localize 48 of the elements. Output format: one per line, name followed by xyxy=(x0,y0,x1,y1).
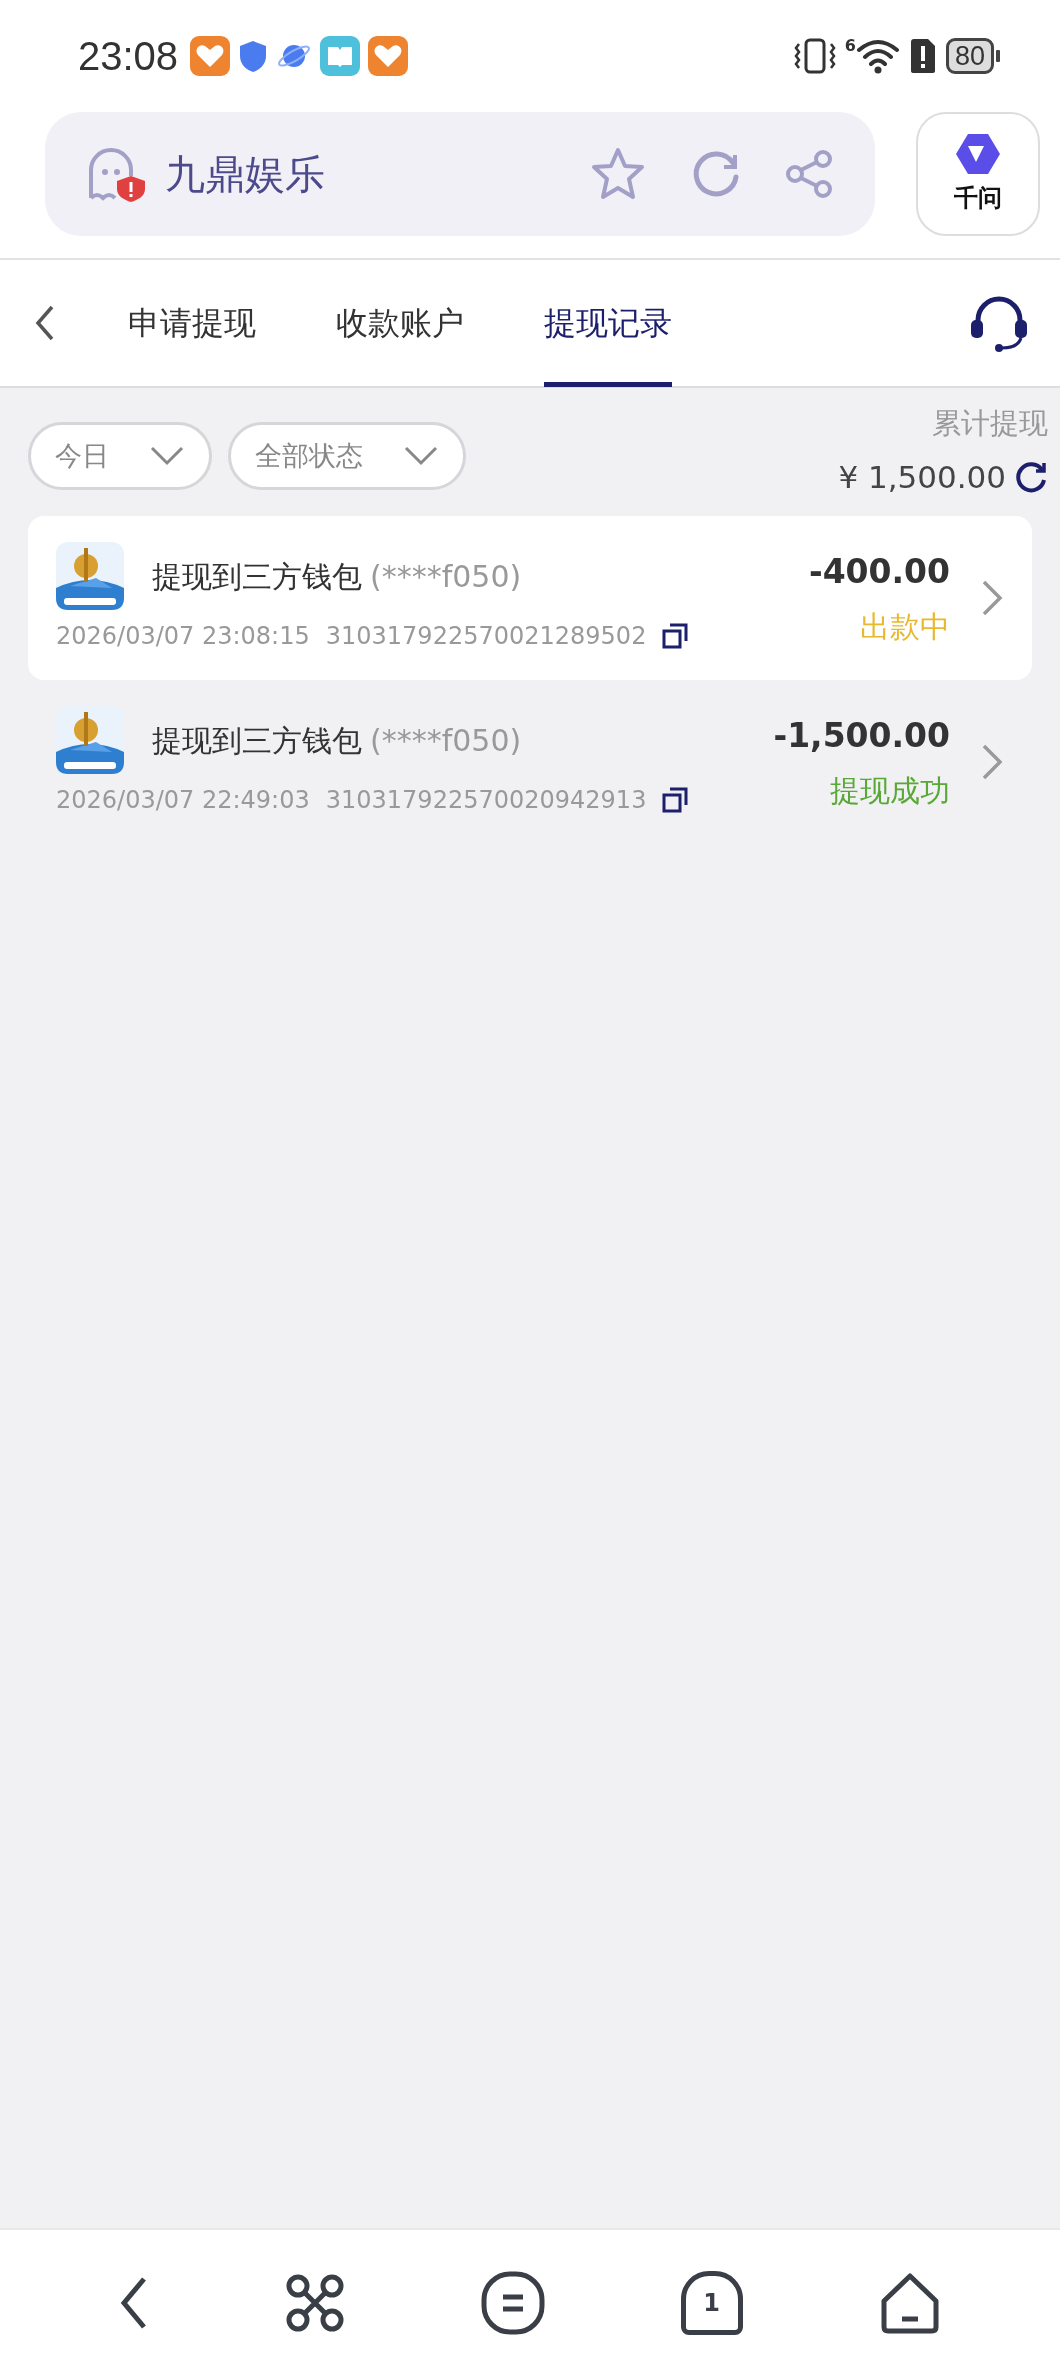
network-type-label: 6 xyxy=(844,38,856,54)
heart-app-icon xyxy=(190,36,231,76)
page-title: 九鼎娱乐 xyxy=(165,150,326,199)
hexagon-logo-icon xyxy=(954,132,1002,176)
tabs-button[interactable]: 1 xyxy=(680,2271,743,2335)
total-amount: ¥ 1,500.00 xyxy=(838,457,1006,497)
wifi-icon xyxy=(855,38,900,74)
clock-time: 23:08 xyxy=(78,33,179,80)
record-status: 提现成功 xyxy=(830,772,950,811)
wallet-app-icon xyxy=(56,706,124,774)
chevron-right-icon xyxy=(980,742,1004,782)
vibrate-icon xyxy=(792,36,837,76)
record-amount: -1,500.00 xyxy=(773,714,950,757)
chevron-down-icon xyxy=(403,445,439,467)
headset-icon[interactable] xyxy=(968,294,1030,352)
record-status: 出款中 xyxy=(860,608,950,647)
book-app-icon xyxy=(320,36,361,76)
tab[interactable]: 收款账户 xyxy=(336,259,464,387)
chevron-right-icon xyxy=(980,578,1004,618)
tab[interactable]: 申请提现 xyxy=(128,259,256,387)
tab[interactable]: 提现记录 xyxy=(544,259,672,387)
order-number: 310317922570020942913 xyxy=(325,785,647,816)
battery-indicator: 80 xyxy=(945,38,994,74)
chevron-down-icon xyxy=(149,445,185,467)
menu-icon[interactable] xyxy=(481,2271,545,2335)
account-number: (****f050) xyxy=(370,557,522,596)
filter-dropdown[interactable]: 全部状态 xyxy=(228,422,466,490)
shield-icon xyxy=(238,39,269,73)
wallet-app-icon xyxy=(56,542,124,610)
order-number: 310317922570021289502 xyxy=(325,621,647,652)
account-number: (****f050) xyxy=(370,721,522,760)
copy-icon[interactable] xyxy=(662,787,689,813)
star-icon[interactable] xyxy=(589,146,647,202)
record-title: 提现到三方钱包 xyxy=(152,721,362,760)
record-row[interactable]: 提现到三方钱包 (****f050) 2026/03/07 23:08:15 310317922570021289502 -400.00 出款中 xyxy=(28,516,1032,680)
record-amount: -400.00 xyxy=(808,550,950,593)
filter-dropdown[interactable]: 今日 xyxy=(28,422,212,490)
total-label: 累计提现 xyxy=(932,405,1048,442)
record-row[interactable]: 提现到三方钱包 (****f050) 2026/03/07 22:49:03 310317922570020942913 -1,500.00 提现成功 xyxy=(28,680,1032,844)
record-title: 提现到三方钱包 xyxy=(152,557,362,596)
address-bar[interactable]: 九鼎娱乐 xyxy=(45,112,875,236)
heart-app-icon xyxy=(368,36,409,76)
copy-icon[interactable] xyxy=(662,623,689,649)
record-datetime: 2026/03/07 23:08:15 xyxy=(56,621,310,652)
command-key-icon[interactable] xyxy=(285,2273,346,2333)
refresh-icon[interactable] xyxy=(1014,459,1048,494)
assistant-button[interactable]: 千问 xyxy=(916,112,1040,236)
record-datetime: 2026/03/07 22:49:03 xyxy=(56,785,310,816)
